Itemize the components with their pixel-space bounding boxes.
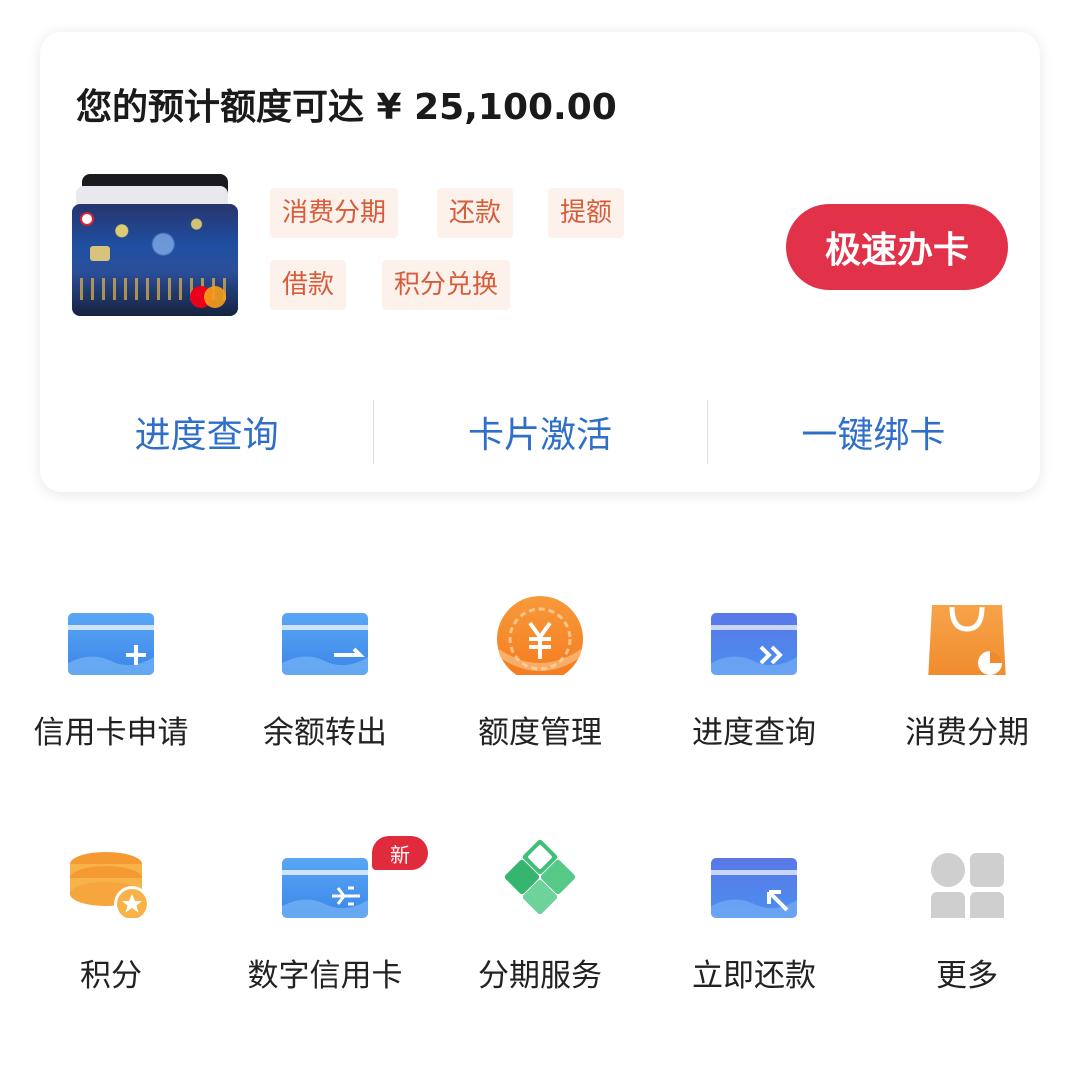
credit-card-image xyxy=(72,174,240,319)
service-label: 信用卡申请 xyxy=(33,715,189,751)
card-progress-icon xyxy=(711,613,797,675)
tag-installment[interactable]: 消费分期 xyxy=(270,188,399,238)
quick-apply-button[interactable]: 极速办卡 xyxy=(786,204,1008,290)
service-label: 额度管理 xyxy=(478,715,602,751)
service-label: 消费分期 xyxy=(905,715,1029,751)
tag-points-exchange[interactable]: 积分兑换 xyxy=(382,260,511,310)
service-label: 分期服务 xyxy=(478,958,602,994)
service-installment-services[interactable]: 分期服务 xyxy=(432,828,648,1018)
service-limit-management[interactable]: 额度管理 xyxy=(432,585,648,775)
service-label: 更多 xyxy=(936,958,998,994)
mastercard-logo-icon xyxy=(190,286,226,308)
new-badge: 新 xyxy=(372,836,428,870)
bank-logo-icon xyxy=(80,212,94,226)
diamond-tiles-icon xyxy=(504,839,576,915)
tag-repayment[interactable]: 还款 xyxy=(437,188,514,238)
card-quick-links: 进度查询 卡片激活 一键绑卡 xyxy=(40,394,1040,470)
service-more[interactable]: 更多 xyxy=(859,828,1075,1018)
service-installment[interactable]: 消费分期 xyxy=(859,585,1075,775)
tag-loan[interactable]: 借款 xyxy=(270,260,347,310)
card-repay-icon xyxy=(711,858,797,918)
service-balance-transfer-out[interactable]: 余额转出 xyxy=(217,585,433,775)
bind-card-link[interactable]: 一键绑卡 xyxy=(706,394,1040,470)
progress-query-link[interactable]: 进度查询 xyxy=(40,394,373,470)
service-credit-card-apply[interactable]: 信用卡申请 xyxy=(3,585,219,775)
service-label: 进度查询 xyxy=(692,715,816,751)
service-label: 余额转出 xyxy=(263,715,387,751)
more-grid-icon xyxy=(931,853,1004,918)
estimated-limit-headline: 您的预计额度可达 ¥ 25,100.00 xyxy=(76,87,617,128)
service-label: 立即还款 xyxy=(692,958,816,994)
service-repay-now[interactable]: 立即还款 xyxy=(646,828,862,1018)
card-activation-link[interactable]: 卡片激活 xyxy=(373,394,706,470)
card-plus-icon xyxy=(68,613,154,675)
credit-card-promo-card: 您的预计额度可达 ¥ 25,100.00 消费分期 还款 提额 借款 积分兑换 … xyxy=(40,32,1040,492)
yuan-coin-icon xyxy=(497,596,583,675)
points-star-icon xyxy=(70,852,150,918)
service-progress-query[interactable]: 进度查询 xyxy=(646,585,862,775)
card-transfer-out-icon xyxy=(282,613,368,675)
service-label: 数字信用卡 xyxy=(247,958,403,994)
service-points[interactable]: 积分 xyxy=(3,828,219,1018)
shopping-bag-icon xyxy=(928,605,1006,675)
service-label: 积分 xyxy=(80,958,142,994)
digital-card-icon xyxy=(282,858,368,918)
tag-raise-limit[interactable]: 提额 xyxy=(548,188,625,238)
